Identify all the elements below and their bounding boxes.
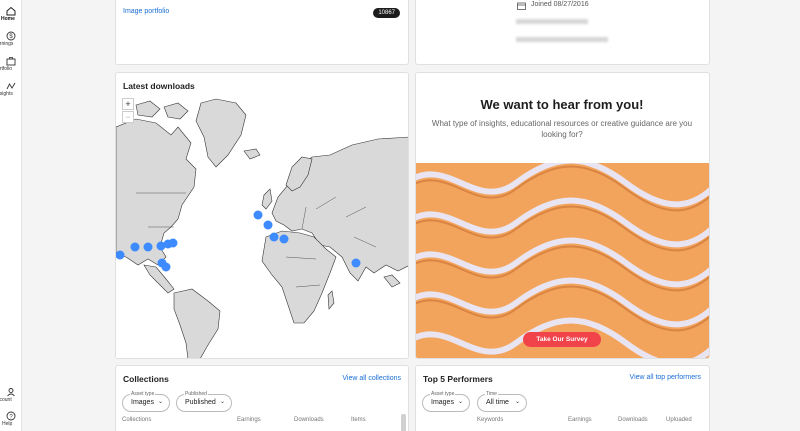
column-header: Downloads — [294, 417, 324, 423]
sidebar-item-label: Home — [1, 16, 15, 22]
take-survey-button[interactable]: Take Our Survey — [523, 332, 601, 347]
survey-title: We want to hear from you! — [480, 97, 644, 112]
published-select[interactable]: Published Published ⌄ — [176, 391, 232, 412]
column-header: Items — [351, 417, 366, 423]
sidebar-item-account[interactable]: ccount — [0, 387, 22, 403]
sidebar-item-earnings[interactable]: $ arnings — [0, 31, 22, 47]
filter-value: Published — [185, 399, 216, 406]
sidebar-item-label: ccount — [0, 397, 12, 403]
column-header: Earnings — [237, 417, 261, 423]
portfolio-count-badge: 10867 — [373, 8, 400, 18]
joined-date: Joined 08/27/2016 — [531, 1, 589, 8]
account-icon — [7, 388, 15, 397]
map-zoom-out-button[interactable]: − — [122, 111, 134, 123]
collections-title: Collections — [123, 374, 169, 384]
map-dot[interactable] — [130, 242, 140, 252]
redacted-info — [516, 37, 608, 42]
asset-type-select[interactable]: Asset type Images ⌄ — [422, 391, 470, 412]
survey-text: What type of insights, educational resou… — [431, 119, 693, 139]
collections-card: Collections View all collections Asset t… — [115, 365, 409, 431]
filter-label: Published — [184, 391, 208, 397]
column-header: Uploaded — [666, 417, 692, 423]
filter-value: Images — [131, 399, 154, 406]
insights-icon — [6, 82, 16, 90]
portfolio-icon — [6, 57, 16, 66]
filter-label: Time — [485, 391, 498, 397]
column-header: Collections — [122, 417, 152, 423]
sidebar-item-label: nsights — [0, 91, 13, 97]
column-header: Keywords — [477, 417, 504, 423]
view-all-performers-link[interactable]: View all top performers — [630, 374, 701, 381]
sidebar: Home $ arnings ortfolio nsights ccount ? — [0, 0, 22, 431]
chevron-down-icon: ⌄ — [219, 399, 225, 405]
map-dot[interactable] — [263, 220, 273, 230]
top-performers-title: Top 5 Performers — [423, 374, 493, 384]
downloads-world-map[interactable] — [116, 97, 409, 359]
sidebar-item-portfolio[interactable]: ortfolio — [0, 56, 22, 72]
chevron-down-icon: ⌄ — [157, 399, 163, 405]
survey-card: We want to hear from you! What type of i… — [415, 72, 710, 359]
map-dot[interactable] — [161, 262, 171, 272]
chevron-down-icon: ⌄ — [457, 399, 463, 405]
chevron-down-icon: ⌄ — [514, 399, 520, 405]
home-icon — [6, 6, 16, 16]
sidebar-item-label: arnings — [0, 41, 14, 47]
top-performers-card: Top 5 Performers View all top performers… — [415, 365, 710, 431]
portfolio-card: Image portfolio 10867 — [115, 0, 409, 65]
sidebar-item-label: Help — [2, 421, 13, 427]
sidebar-item-label: ortfolio — [0, 66, 13, 72]
filter-label: Asset type — [130, 391, 156, 397]
survey-banner-image — [416, 163, 709, 358]
latest-downloads-title: Latest downloads — [123, 81, 195, 91]
calendar-icon — [517, 2, 526, 10]
column-header: Earnings — [568, 417, 592, 423]
sidebar-item-home[interactable]: Home — [0, 6, 22, 22]
latest-downloads-card: Latest downloads + − — [115, 72, 409, 359]
sidebar-item-insights[interactable]: nsights — [0, 81, 22, 97]
time-select[interactable]: Time All time ⌄ — [477, 391, 527, 412]
help-icon: ? — [6, 411, 16, 421]
column-header: Downloads — [618, 417, 648, 423]
redacted-info — [516, 19, 588, 24]
filter-label: Asset type — [430, 391, 456, 397]
map-dot[interactable] — [269, 232, 279, 242]
map-dot[interactable] — [143, 242, 153, 252]
map-dot[interactable] — [351, 258, 361, 268]
map-dot[interactable] — [168, 238, 178, 248]
scrollbar[interactable] — [401, 414, 406, 431]
map-zoom-in-button[interactable]: + — [122, 98, 134, 110]
filter-value: All time — [486, 399, 509, 406]
profile-card: Joined 08/27/2016 — [415, 0, 710, 65]
asset-type-select[interactable]: Asset type Images ⌄ — [122, 391, 170, 412]
map-dot[interactable] — [279, 234, 289, 244]
view-all-collections-link[interactable]: View all collections — [342, 375, 401, 382]
map-dot[interactable] — [253, 210, 263, 220]
sidebar-item-help[interactable]: ? Help — [0, 411, 22, 427]
dollar-icon: $ — [6, 31, 16, 41]
filter-value: Images — [431, 399, 454, 406]
image-portfolio-link[interactable]: Image portfolio — [123, 8, 169, 15]
